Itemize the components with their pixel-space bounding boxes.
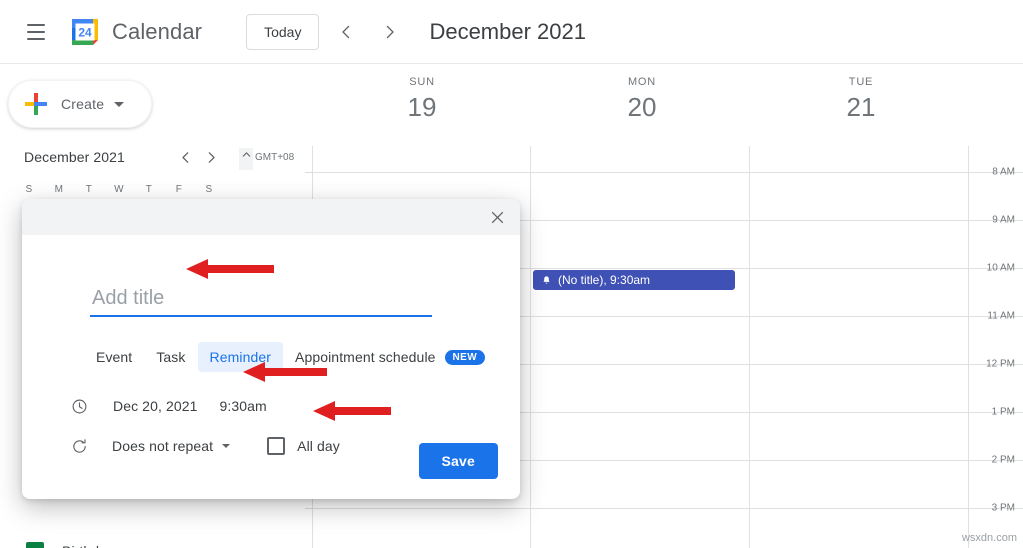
- calendar-list-item-birthdays[interactable]: Birthdays: [0, 534, 249, 548]
- grid-hour-line: [312, 508, 1023, 509]
- mini-calendar-weekday: S: [205, 184, 213, 195]
- app-title: Calendar: [112, 18, 203, 44]
- chevron-right-icon: [387, 25, 395, 38]
- google-calendar-app: 24 Calendar Today December 2021 Create D…: [0, 0, 1023, 548]
- event-when-row: Dec 20, 2021 9:30am: [108, 395, 272, 417]
- event-title-input[interactable]: [90, 283, 432, 317]
- day-number-label: 19: [407, 92, 437, 122]
- chevron-down-icon: [114, 101, 125, 107]
- mini-calendar-header: December 2021: [0, 142, 238, 172]
- dialog-type-tabs: Event Task Reminder Appointment schedule…: [84, 342, 487, 372]
- day-of-week-label: MON: [627, 76, 657, 88]
- create-button[interactable]: Create: [8, 80, 152, 128]
- time-label-10am: 10 AM: [986, 262, 1015, 274]
- quick-create-event-dialog: Event Task Reminder Appointment schedule…: [22, 199, 520, 499]
- day-column-headers: SUN 19 MON 20 TUE 21: [249, 64, 1023, 146]
- mini-calendar-weekday: T: [85, 184, 93, 195]
- today-button[interactable]: Today: [246, 13, 320, 50]
- create-button-label: Create: [61, 96, 105, 112]
- tab-event[interactable]: Event: [84, 342, 144, 372]
- mini-calendar-weekday: W: [114, 184, 124, 195]
- hamburger-menu-icon[interactable]: [12, 8, 60, 56]
- mini-calendar-prev-button[interactable]: [172, 144, 198, 170]
- time-label-8am: 8 AM: [992, 166, 1015, 178]
- mini-calendar-weekday: S: [25, 184, 33, 195]
- hamburger-bar: [27, 37, 45, 40]
- plus-icon: [25, 93, 47, 115]
- calendar-list: Birthdays: [0, 534, 249, 548]
- dialog-header: [22, 199, 520, 235]
- day-header-sun[interactable]: SUN 19: [312, 76, 532, 123]
- tab-appointment-schedule-label: Appointment schedule: [295, 349, 436, 365]
- repeat-select[interactable]: Does not repeat: [108, 435, 234, 457]
- tab-appointment-schedule[interactable]: Appointment schedule NEW: [283, 342, 487, 372]
- chevron-down-icon: [222, 444, 231, 448]
- mini-calendar-weekday-row: S M T W T F S: [0, 184, 238, 195]
- day-of-week-label: SUN: [409, 76, 435, 88]
- hour-tick: [305, 508, 313, 509]
- mini-calendar-month-label: December 2021: [24, 149, 125, 165]
- collapse-gutter-button[interactable]: [239, 148, 253, 170]
- event-chip-label: (No title), 9:30am: [558, 273, 651, 287]
- event-time-button[interactable]: 9:30am: [214, 395, 271, 417]
- hamburger-bar: [27, 23, 45, 26]
- close-icon[interactable]: [481, 201, 513, 233]
- time-label-2pm: 2 PM: [991, 454, 1015, 466]
- current-period-title: December 2021: [429, 18, 586, 44]
- calendar-checkbox-birthdays[interactable]: [26, 542, 44, 548]
- top-bar: 24 Calendar Today December 2021: [0, 0, 1023, 64]
- grid-vertical-line: [530, 146, 531, 548]
- mini-calendar-nav: [172, 144, 238, 170]
- time-label-11am: 11 AM: [987, 310, 1015, 322]
- tab-task[interactable]: Task: [144, 342, 197, 372]
- tab-reminder[interactable]: Reminder: [197, 342, 283, 372]
- chevron-left-icon: [181, 151, 188, 163]
- event-repeat-row: Does not repeat All day: [108, 435, 340, 457]
- new-badge: NEW: [444, 349, 486, 365]
- mini-calendar-weekday: M: [54, 184, 64, 195]
- clock-icon: [68, 395, 90, 417]
- time-label-9am: 9 AM: [992, 214, 1015, 226]
- chevron-left-icon: [342, 25, 350, 38]
- time-label-3pm: 3 PM: [991, 502, 1015, 514]
- watermark: wsxdn.com: [961, 532, 1017, 544]
- all-day-checkbox[interactable]: [267, 437, 286, 455]
- dialog-body: Event Task Reminder Appointment schedule…: [22, 235, 520, 499]
- grid-vertical-line: [749, 146, 750, 548]
- mini-calendar-weekday: T: [145, 184, 153, 195]
- logo-day-number: 24: [78, 25, 92, 39]
- google-calendar-logo[interactable]: 24: [68, 15, 102, 49]
- chevron-right-icon: [208, 151, 215, 163]
- grid-vertical-line: [968, 146, 969, 548]
- day-header-tue[interactable]: TUE 21: [751, 76, 971, 123]
- time-label-12pm: 12 PM: [986, 358, 1015, 370]
- repeat-select-value: Does not repeat: [112, 438, 214, 454]
- reminder-bell-icon: [541, 275, 552, 286]
- checkmark-icon: [38, 547, 40, 548]
- previous-period-button[interactable]: [329, 15, 363, 49]
- mini-calendar-next-button[interactable]: [198, 144, 224, 170]
- event-date-button[interactable]: Dec 20, 2021: [108, 395, 202, 417]
- day-number-label: 20: [627, 92, 657, 122]
- next-period-button[interactable]: [373, 15, 407, 49]
- all-day-label: All day: [297, 438, 340, 454]
- event-chip-no-title[interactable]: (No title), 9:30am: [532, 269, 736, 291]
- day-of-week-label: TUE: [848, 76, 874, 88]
- calendar-name-birthdays: Birthdays: [62, 543, 121, 548]
- save-button[interactable]: Save: [418, 443, 498, 479]
- repeat-icon: [68, 435, 90, 457]
- mini-calendar-weekday: F: [175, 184, 183, 195]
- grid-hour-line: [312, 172, 1023, 173]
- chevron-up-icon: [242, 152, 250, 157]
- timezone-label: GMT+08: [255, 152, 295, 163]
- time-label-1pm: 1 PM: [991, 406, 1015, 418]
- hamburger-bar: [27, 30, 45, 33]
- hour-tick: [305, 172, 313, 173]
- day-header-mon[interactable]: MON 20: [532, 76, 752, 123]
- day-number-label: 21: [846, 92, 876, 122]
